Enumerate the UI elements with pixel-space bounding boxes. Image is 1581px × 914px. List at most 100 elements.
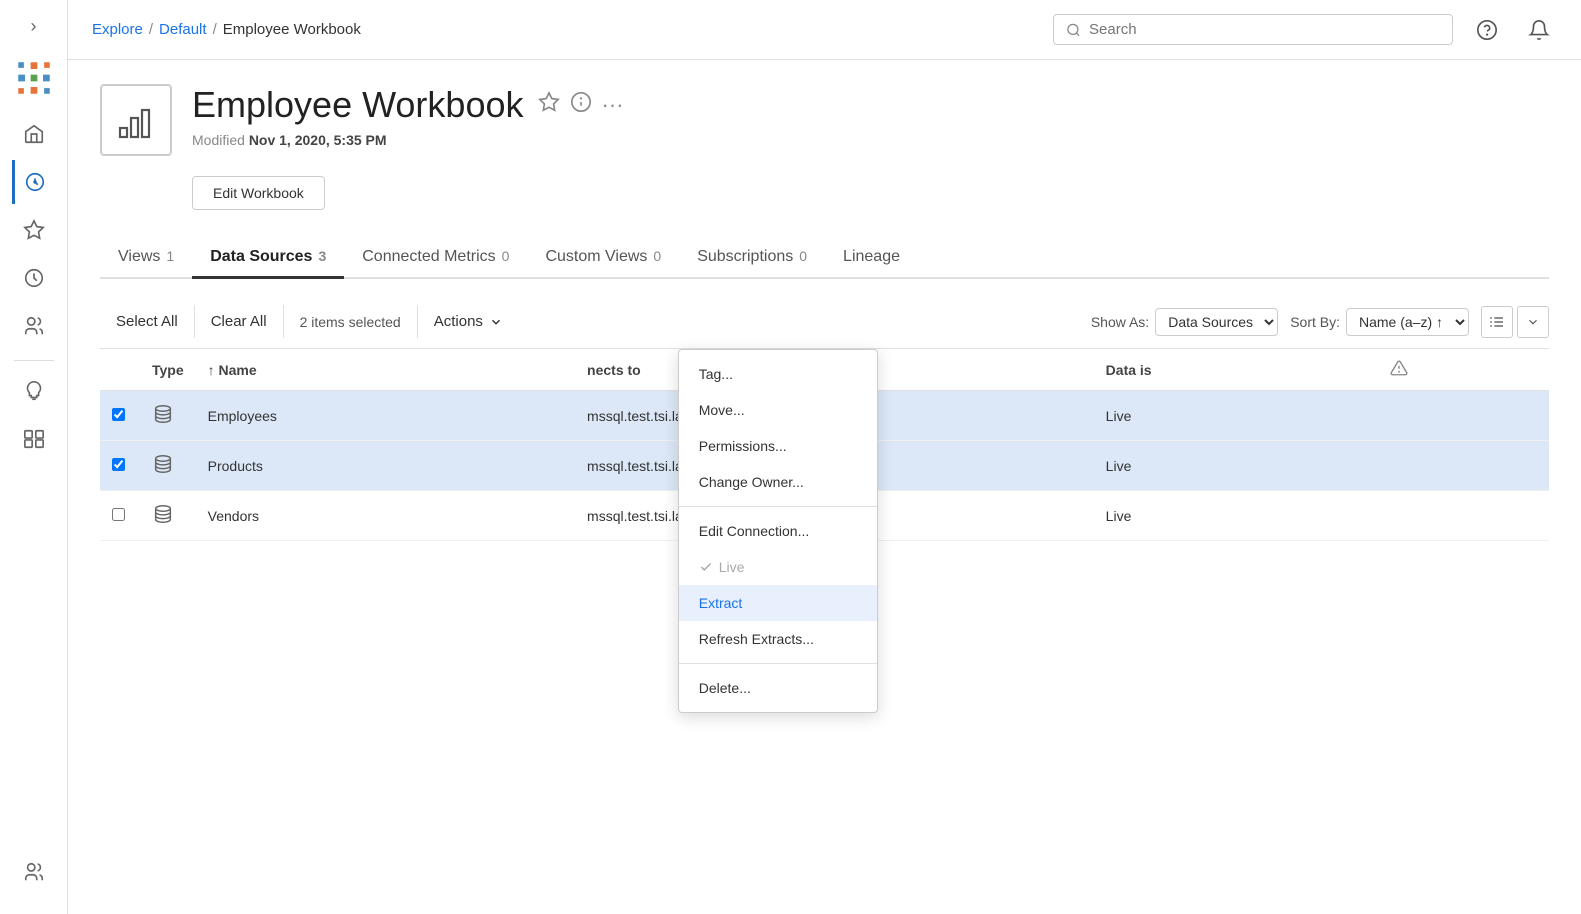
sidebar-divider <box>14 360 54 361</box>
tab-custom-views[interactable]: Custom Views0 <box>527 238 679 279</box>
help-button[interactable] <box>1469 12 1505 48</box>
actions-dropdown-container: Actions Tag... Move... Permissions... Ch… <box>418 305 519 338</box>
tab-subscriptions[interactable]: Subscriptions0 <box>679 238 825 279</box>
warning-header-icon <box>1390 359 1408 377</box>
datasource-icon <box>152 453 174 475</box>
tab-lineage[interactable]: Lineage <box>825 238 918 279</box>
check-icon <box>699 560 713 574</box>
sidebar-toggle[interactable]: › <box>18 10 50 42</box>
dropdown-item-live: Live <box>679 549 877 585</box>
col-name[interactable]: ↑ Name <box>196 349 575 391</box>
row-checkbox-employees[interactable] <box>100 391 140 441</box>
dropdown-item-refresh-extracts[interactable]: Refresh Extracts... <box>679 621 877 657</box>
list-view-button[interactable] <box>1481 306 1513 338</box>
row-type-employees <box>140 391 196 441</box>
edit-workbook-button[interactable]: Edit Workbook <box>192 176 325 210</box>
sidebar: › <box>0 0 68 914</box>
actions-chevron-icon <box>489 315 503 329</box>
col-checkbox <box>100 349 140 391</box>
row-warning-employees <box>1378 391 1549 441</box>
workbook-info: Employee Workbook <box>192 84 1549 210</box>
topbar: Explore / Default / Employee Workbook <box>68 0 1581 60</box>
tab-connected-metrics[interactable]: Connected Metrics0 <box>344 238 527 279</box>
row-name-employees[interactable]: Employees <box>196 391 575 441</box>
row-type-products <box>140 441 196 491</box>
clear-all-button[interactable]: Clear All <box>195 305 284 338</box>
row-data-is-products: Live <box>1094 441 1378 491</box>
items-selected-count: 2 items selected <box>284 306 418 338</box>
show-as-select[interactable]: Data Sources <box>1155 308 1278 336</box>
datasource-icon <box>152 403 174 425</box>
sidebar-item-recents[interactable] <box>12 256 56 300</box>
dropdown-divider-2 <box>679 663 877 664</box>
row-warning-vendors <box>1378 491 1549 541</box>
search-input[interactable] <box>1089 21 1440 38</box>
breadcrumb: Explore / Default / Employee Workbook <box>92 21 1037 38</box>
data-sources-toolbar: Select All Clear All 2 items selected Ac… <box>100 295 1549 349</box>
dropdown-item-permissions[interactable]: Permissions... <box>679 428 877 464</box>
dropdown-item-delete[interactable]: Delete... <box>679 670 877 706</box>
show-as-control: Show As: Data Sources <box>1091 308 1278 336</box>
actions-button[interactable]: Actions <box>418 305 519 338</box>
col-type[interactable]: Type <box>140 349 196 391</box>
dropdown-divider-1 <box>679 506 877 507</box>
workbook-header: Employee Workbook <box>100 84 1549 210</box>
sidebar-item-groups[interactable] <box>12 304 56 348</box>
sort-by-control: Sort By: Name (a–z) ↑ <box>1290 308 1469 336</box>
grid-view-button[interactable] <box>1517 306 1549 338</box>
search-icon <box>1066 22 1081 38</box>
sidebar-item-collections[interactable] <box>12 417 56 461</box>
row-name-products[interactable]: Products <box>196 441 575 491</box>
col-warning <box>1378 349 1549 391</box>
row-data-is-vendors: Live <box>1094 491 1378 541</box>
notifications-button[interactable] <box>1521 12 1557 48</box>
dropdown-item-edit-connection[interactable]: Edit Connection... <box>679 513 877 549</box>
breadcrumb-default[interactable]: Default <box>159 21 207 38</box>
col-data-is: Data is <box>1094 349 1378 391</box>
breadcrumb-current: Employee Workbook <box>223 21 361 38</box>
sidebar-item-users[interactable] <box>12 850 56 894</box>
workbook-icon-box <box>100 84 172 156</box>
view-icons <box>1481 306 1549 338</box>
show-as-label: Show As: <box>1091 314 1149 330</box>
select-all-button[interactable]: Select All <box>100 305 195 338</box>
toolbar-right: Show As: Data Sources Sort By: Name (a–z… <box>1091 306 1549 338</box>
favorite-icon[interactable] <box>538 91 560 119</box>
tab-views[interactable]: Views1 <box>100 238 192 279</box>
row-data-is-employees: Live <box>1094 391 1378 441</box>
row-warning-products <box>1378 441 1549 491</box>
sidebar-logo <box>12 56 56 100</box>
dropdown-item-change-owner[interactable]: Change Owner... <box>679 464 877 500</box>
main-content: Explore / Default / Employee Workbook <box>68 0 1581 914</box>
dropdown-item-tag[interactable]: Tag... <box>679 356 877 392</box>
dropdown-item-extract[interactable]: Extract <box>679 585 877 621</box>
sort-by-select[interactable]: Name (a–z) ↑ <box>1346 308 1469 336</box>
tab-data-sources[interactable]: Data Sources3 <box>192 238 344 279</box>
workbook-title: Employee Workbook <box>192 84 524 126</box>
row-type-vendors <box>140 491 196 541</box>
actions-dropdown-menu: Tag... Move... Permissions... Change Own… <box>678 349 878 713</box>
row-name-vendors[interactable]: Vendors <box>196 491 575 541</box>
breadcrumb-sep2: / <box>213 21 217 38</box>
workbook-title-row: Employee Workbook <box>192 84 1549 126</box>
tabs-bar: Views1 Data Sources3 Connected Metrics0 … <box>100 238 1549 279</box>
sidebar-item-recommendations[interactable] <box>12 369 56 413</box>
breadcrumb-explore[interactable]: Explore <box>92 21 143 38</box>
row-checkbox-vendors[interactable] <box>100 491 140 541</box>
page-content: Employee Workbook <box>68 60 1581 914</box>
info-icon[interactable] <box>570 91 592 119</box>
datasource-icon <box>152 503 174 525</box>
workbook-chart-icon <box>116 100 156 140</box>
row-checkbox-products[interactable] <box>100 441 140 491</box>
sidebar-bottom <box>12 850 56 898</box>
search-box[interactable] <box>1053 14 1453 45</box>
sidebar-item-home[interactable] <box>12 112 56 156</box>
more-icon[interactable]: ··· <box>602 92 624 118</box>
dropdown-item-move[interactable]: Move... <box>679 392 877 428</box>
breadcrumb-sep1: / <box>149 21 153 38</box>
sidebar-item-explore[interactable] <box>12 160 56 204</box>
workbook-actions-icons: ··· <box>538 91 624 119</box>
sidebar-item-favorites[interactable] <box>12 208 56 252</box>
sort-by-label: Sort By: <box>1290 314 1340 330</box>
workbook-meta: Modified Nov 1, 2020, 5:35 PM <box>192 132 1549 148</box>
